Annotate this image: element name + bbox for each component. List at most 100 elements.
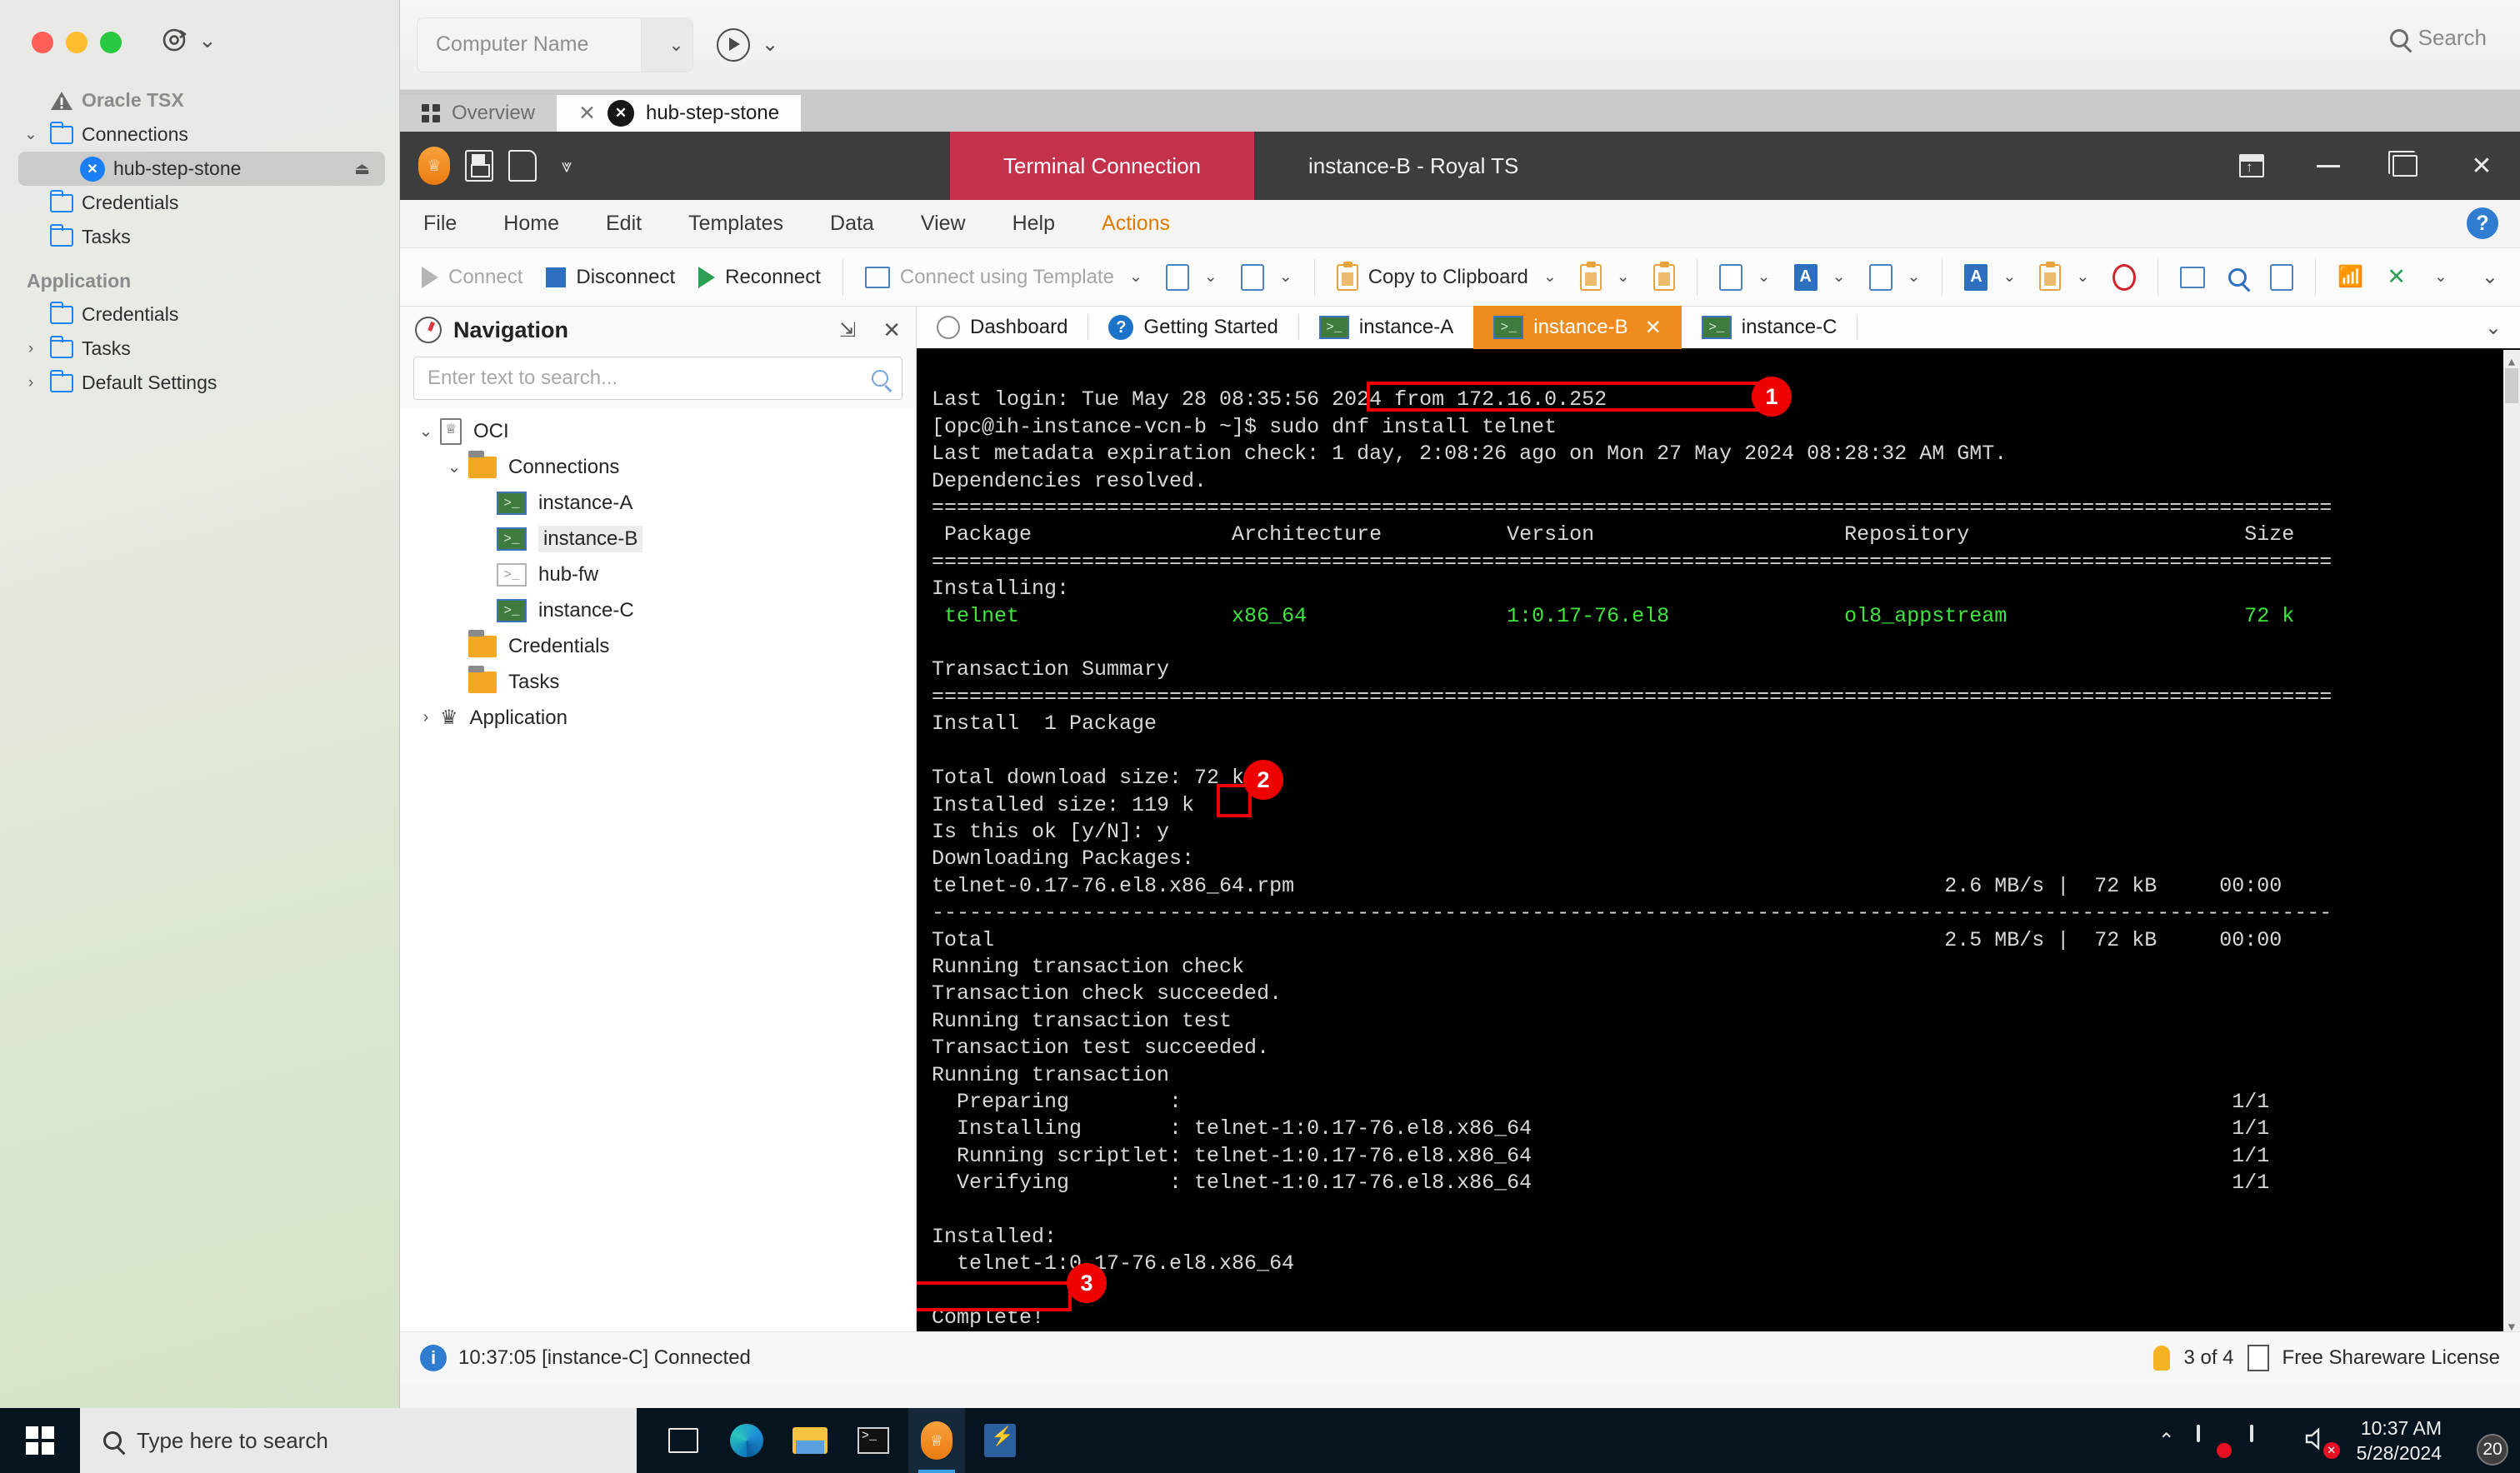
- font-favorite-button[interactable]: A ⌄: [1782, 252, 1858, 302]
- navigation-tree[interactable]: ⌄ OCI ⌄ Connections: [400, 408, 916, 1331]
- sidebar-toolbar[interactable]: ⌄: [160, 25, 217, 55]
- record-button[interactable]: [2258, 252, 2305, 302]
- taskbar-system-tray[interactable]: ⌃ ✕ 10:37 AM 5/28/2024 20: [2158, 1416, 2520, 1466]
- mac-tree-item-tasks[interactable]: Tasks: [0, 220, 400, 254]
- nav-tree-item-connections[interactable]: ⌄ Connections: [400, 449, 916, 485]
- menu-data[interactable]: Data: [807, 200, 898, 248]
- menu-file[interactable]: File: [400, 200, 480, 248]
- command-prompt-icon[interactable]: >_: [845, 1408, 902, 1473]
- chevron-down-icon[interactable]: ⌄: [1129, 267, 1142, 287]
- royalts-icon[interactable]: ♕: [908, 1408, 965, 1473]
- vnc-viewer-icon[interactable]: [972, 1408, 1028, 1473]
- ribbon-toolbar[interactable]: Connect Disconnect Reconnect Connect usi…: [400, 248, 2520, 307]
- mac-tree-item-credentials[interactable]: Credentials: [0, 186, 400, 220]
- play-circle-icon[interactable]: [717, 27, 750, 62]
- vm-tab-overview[interactable]: Overview: [400, 95, 558, 132]
- chevron-down-icon[interactable]: ⌄: [641, 17, 692, 72]
- mac-tree-item-root[interactable]: Oracle TSX: [0, 83, 400, 117]
- chevron-down-icon[interactable]: ⌄: [1543, 267, 1557, 287]
- connection-tab-strip[interactable]: Dashboard ? Getting Started >_ instance-…: [917, 306, 2520, 350]
- vm-search-box[interactable]: Search: [2389, 25, 2487, 51]
- show-hidden-icons[interactable]: ⌃: [2158, 1429, 2175, 1453]
- clipboard-log-button[interactable]: ⌄: [2028, 252, 2101, 302]
- copy-to-clipboard-button[interactable]: Copy to Clipboard ⌄: [1325, 252, 1568, 302]
- connect-using-template-button[interactable]: Connect using Template ⌄: [853, 252, 1154, 302]
- screenshot-button[interactable]: ⌄: [1708, 252, 1782, 302]
- conn-tab-instance-a[interactable]: >_ instance-A: [1299, 306, 1473, 349]
- close-window-button[interactable]: [32, 32, 53, 53]
- chevron-right-icon[interactable]: ›: [20, 374, 42, 392]
- scroll-up-icon[interactable]: ▲: [2503, 350, 2520, 370]
- file-explorer-icon[interactable]: [782, 1408, 838, 1473]
- mac-tree-item-app-credentials[interactable]: Credentials: [0, 297, 400, 332]
- eject-icon[interactable]: ⏏: [354, 158, 370, 179]
- chevron-down-icon[interactable]: ⌄: [20, 125, 42, 144]
- conn-tab-getting-started[interactable]: ? Getting Started: [1088, 306, 1298, 349]
- xshell-launch-button[interactable]: ✕: [2375, 252, 2418, 302]
- mac-tree-item-hub-step-stone[interactable]: ✕ hub-step-stone ⏏: [18, 152, 385, 186]
- nav-tree-item-oci[interactable]: ⌄ OCI: [400, 413, 916, 449]
- pin-icon[interactable]: ⇲: [839, 318, 856, 342]
- ribbon-collapse-button[interactable]: ⌄: [2482, 265, 2520, 289]
- chevron-down-icon[interactable]: ⌄: [2076, 267, 2089, 287]
- no-entry-button[interactable]: [2101, 252, 2148, 302]
- screen-share-icon[interactable]: [2196, 1425, 2232, 1458]
- restore-icon[interactable]: [2367, 132, 2443, 200]
- popout-icon[interactable]: [2213, 132, 2290, 200]
- clipboard-a-button[interactable]: ⌄: [1568, 252, 1642, 302]
- overflow-caret-icon[interactable]: ⌄: [2434, 267, 2448, 287]
- menu-templates[interactable]: Templates: [665, 200, 807, 248]
- connect-button[interactable]: Connect: [410, 252, 534, 302]
- conn-tab-instance-b[interactable]: >_ instance-B ✕: [1473, 306, 1682, 349]
- chevron-down-icon[interactable]: ⌄: [1279, 267, 1292, 287]
- credentials-button[interactable]: ⌄: [1154, 252, 1229, 302]
- scrollbar-thumb[interactable]: [2505, 368, 2518, 403]
- terminal-scrollbar[interactable]: ▲ ▼: [2503, 350, 2520, 1331]
- task-view-icon[interactable]: [655, 1408, 712, 1473]
- conn-tab-dashboard[interactable]: Dashboard: [917, 306, 1088, 349]
- nav-tree-item-tasks[interactable]: Tasks: [400, 664, 916, 700]
- chevron-down-icon[interactable]: ⌄: [1204, 267, 1218, 287]
- computer-name-field[interactable]: Computer Name ⌄: [417, 17, 693, 72]
- chevron-down-icon[interactable]: ⌄: [2002, 267, 2016, 287]
- chevron-down-icon[interactable]: ⌄: [412, 421, 440, 442]
- taskbar-clock[interactable]: 10:37 AM 5/28/2024: [2357, 1416, 2442, 1466]
- mac-tree-item-default-settings[interactable]: › Default Settings: [0, 366, 400, 400]
- terminal-output[interactable]: Last login: Tue May 28 08:35:56 2024 fro…: [917, 350, 2520, 1331]
- volume-muted-icon[interactable]: ✕: [2303, 1426, 2340, 1459]
- chevron-right-icon[interactable]: ›: [20, 340, 42, 358]
- nav-tree-item-instance-c[interactable]: >_ instance-C: [400, 592, 916, 628]
- mac-tree-item-app-tasks[interactable]: › Tasks: [0, 332, 400, 366]
- window-traffic-lights[interactable]: [32, 32, 122, 53]
- search-icon[interactable]: [872, 370, 888, 387]
- maximize-window-button[interactable]: [100, 32, 122, 53]
- menu-edit[interactable]: Edit: [582, 200, 665, 248]
- disconnect-button[interactable]: Disconnect: [534, 252, 687, 302]
- vm-tab-hub-step-stone[interactable]: ✕ ✕ hub-step-stone: [557, 95, 802, 132]
- help-icon[interactable]: ?: [2467, 207, 2498, 239]
- close-icon[interactable]: ✕: [882, 317, 901, 343]
- ribbon-menu-bar[interactable]: File Home Edit Templates Data View Help …: [400, 200, 2520, 248]
- tab-overflow-icon[interactable]: ⌄: [2485, 316, 2520, 340]
- navigation-search-input[interactable]: Enter text to search...: [413, 357, 902, 400]
- find-button[interactable]: [2217, 252, 2258, 302]
- chevron-down-icon[interactable]: ⌄: [440, 457, 468, 477]
- chevron-down-icon[interactable]: ⌄: [1617, 267, 1630, 287]
- chevron-down-icon[interactable]: ⌄: [198, 29, 217, 51]
- minimize-icon[interactable]: [2290, 132, 2367, 200]
- new-document-icon[interactable]: [508, 150, 537, 182]
- menu-home[interactable]: Home: [480, 200, 582, 248]
- mac-tree-item-connections[interactable]: ⌄ Connections: [0, 117, 400, 152]
- royal-orb-icon[interactable]: ♕: [418, 147, 450, 185]
- royalts-window-controls[interactable]: ✕: [2213, 132, 2520, 200]
- menu-actions[interactable]: Actions: [1078, 200, 1193, 248]
- nav-tree-item-instance-b[interactable]: >_ instance-B: [400, 521, 916, 557]
- start-button[interactable]: [0, 1408, 80, 1473]
- taskbar-search-box[interactable]: Type here to search: [80, 1408, 637, 1473]
- chevron-down-icon[interactable]: ⌄: [1758, 267, 1771, 287]
- scroll-down-icon[interactable]: ▼: [2503, 1315, 2520, 1331]
- menu-view[interactable]: View: [898, 200, 989, 248]
- conn-tab-instance-c[interactable]: >_ instance-C: [1682, 306, 1858, 349]
- chevron-down-icon[interactable]: ⌄: [1908, 267, 1921, 287]
- close-icon[interactable]: ✕: [2443, 132, 2520, 200]
